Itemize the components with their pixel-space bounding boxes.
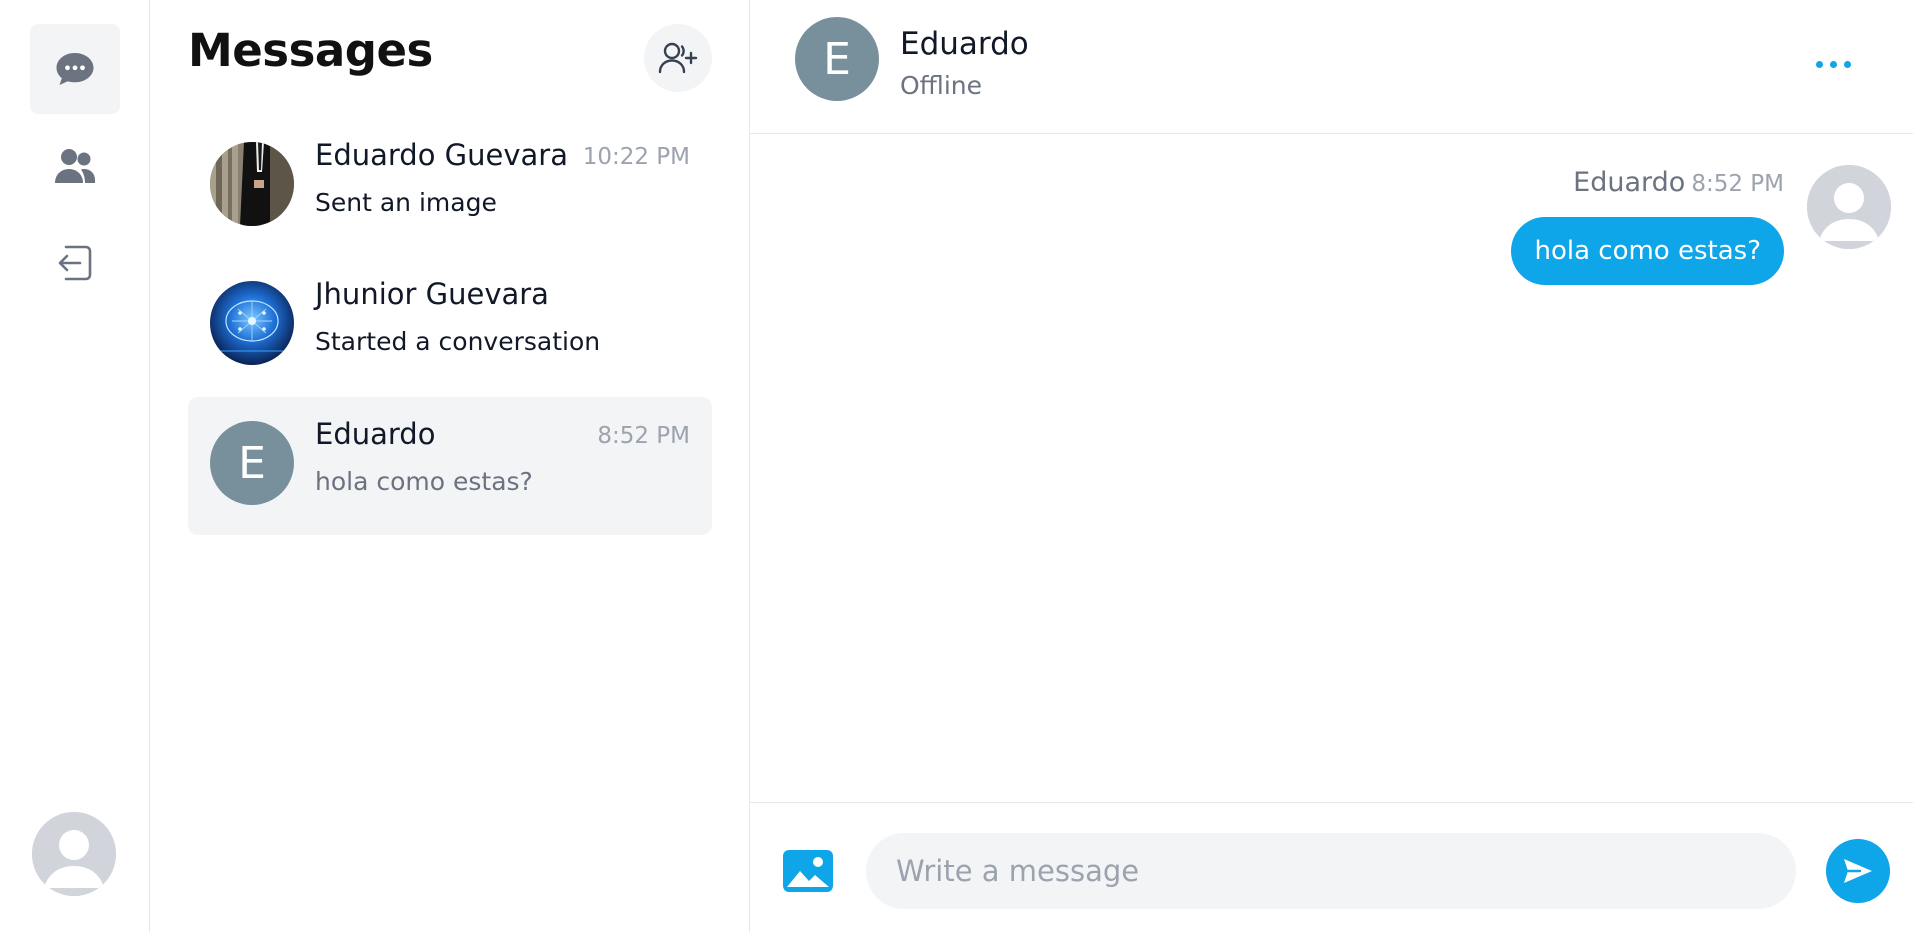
default-user-icon [32,812,116,896]
nav-logout-button[interactable] [30,218,120,308]
message-input[interactable] [866,833,1796,909]
message-time: 8:52 PM [1691,171,1784,197]
conversation-list-panel: Messages Eduardo Guevara 10:22 PM Sent a… [150,0,750,932]
message-meta: Eduardo 8:52 PM [1573,167,1784,198]
message-avatar [1807,165,1891,249]
conversation-avatar: E [210,421,294,505]
message-author: Eduardo [1573,167,1686,198]
contact-status: Offline [900,71,983,100]
more-options-button[interactable] [1803,44,1863,84]
attach-image-button[interactable] [782,849,834,893]
image-icon [783,850,833,892]
conversation-time: 8:52 PM [597,423,690,449]
chat-bubble-icon [56,53,94,85]
chat-header: E Eduardo Offline [750,0,1913,134]
contact-avatar: E [795,17,879,101]
chat-panel: E Eduardo Offline Eduardo 8:52 PM hola co… [750,0,1913,932]
send-icon [1844,859,1872,883]
conversation-preview: Started a conversation [315,327,601,356]
logout-icon [58,245,92,281]
message-list: Eduardo 8:52 PM hola como estas? [750,135,1913,802]
default-user-icon [1807,165,1891,249]
conversation-item[interactable]: Jhunior Guevara Started a conversation [188,257,712,395]
nav-messages-button[interactable] [30,24,120,114]
user-plus-icon [658,42,698,74]
conversation-preview: Sent an image [315,188,497,217]
nav-rail [0,0,150,932]
page-title: Messages [188,24,433,77]
contact-name: Eduardo [900,26,1029,62]
conversation-preview: hola como estas? [315,467,533,496]
conversation-item-selected[interactable]: E Eduardo 8:52 PM hola como estas? [188,397,712,535]
conversation-name: Eduardo Guevara [315,138,568,172]
user-avatar[interactable] [32,812,116,896]
send-button[interactable] [1826,839,1890,903]
message-composer [750,802,1913,932]
add-contact-button[interactable] [644,24,712,92]
conversation-item[interactable]: Eduardo Guevara 10:22 PM Sent an image [188,118,712,256]
conversation-avatar [210,142,294,226]
conversation-name: Jhunior Guevara [315,277,549,311]
message-bubble: hola como estas? [1511,217,1784,285]
nav-contacts-button[interactable] [30,121,120,211]
conversation-time: 10:22 PM [582,144,690,170]
conversation-avatar [210,281,294,365]
users-icon [55,149,95,183]
conversation-name: Eduardo [315,417,436,451]
more-horizontal-icon [1815,60,1823,68]
